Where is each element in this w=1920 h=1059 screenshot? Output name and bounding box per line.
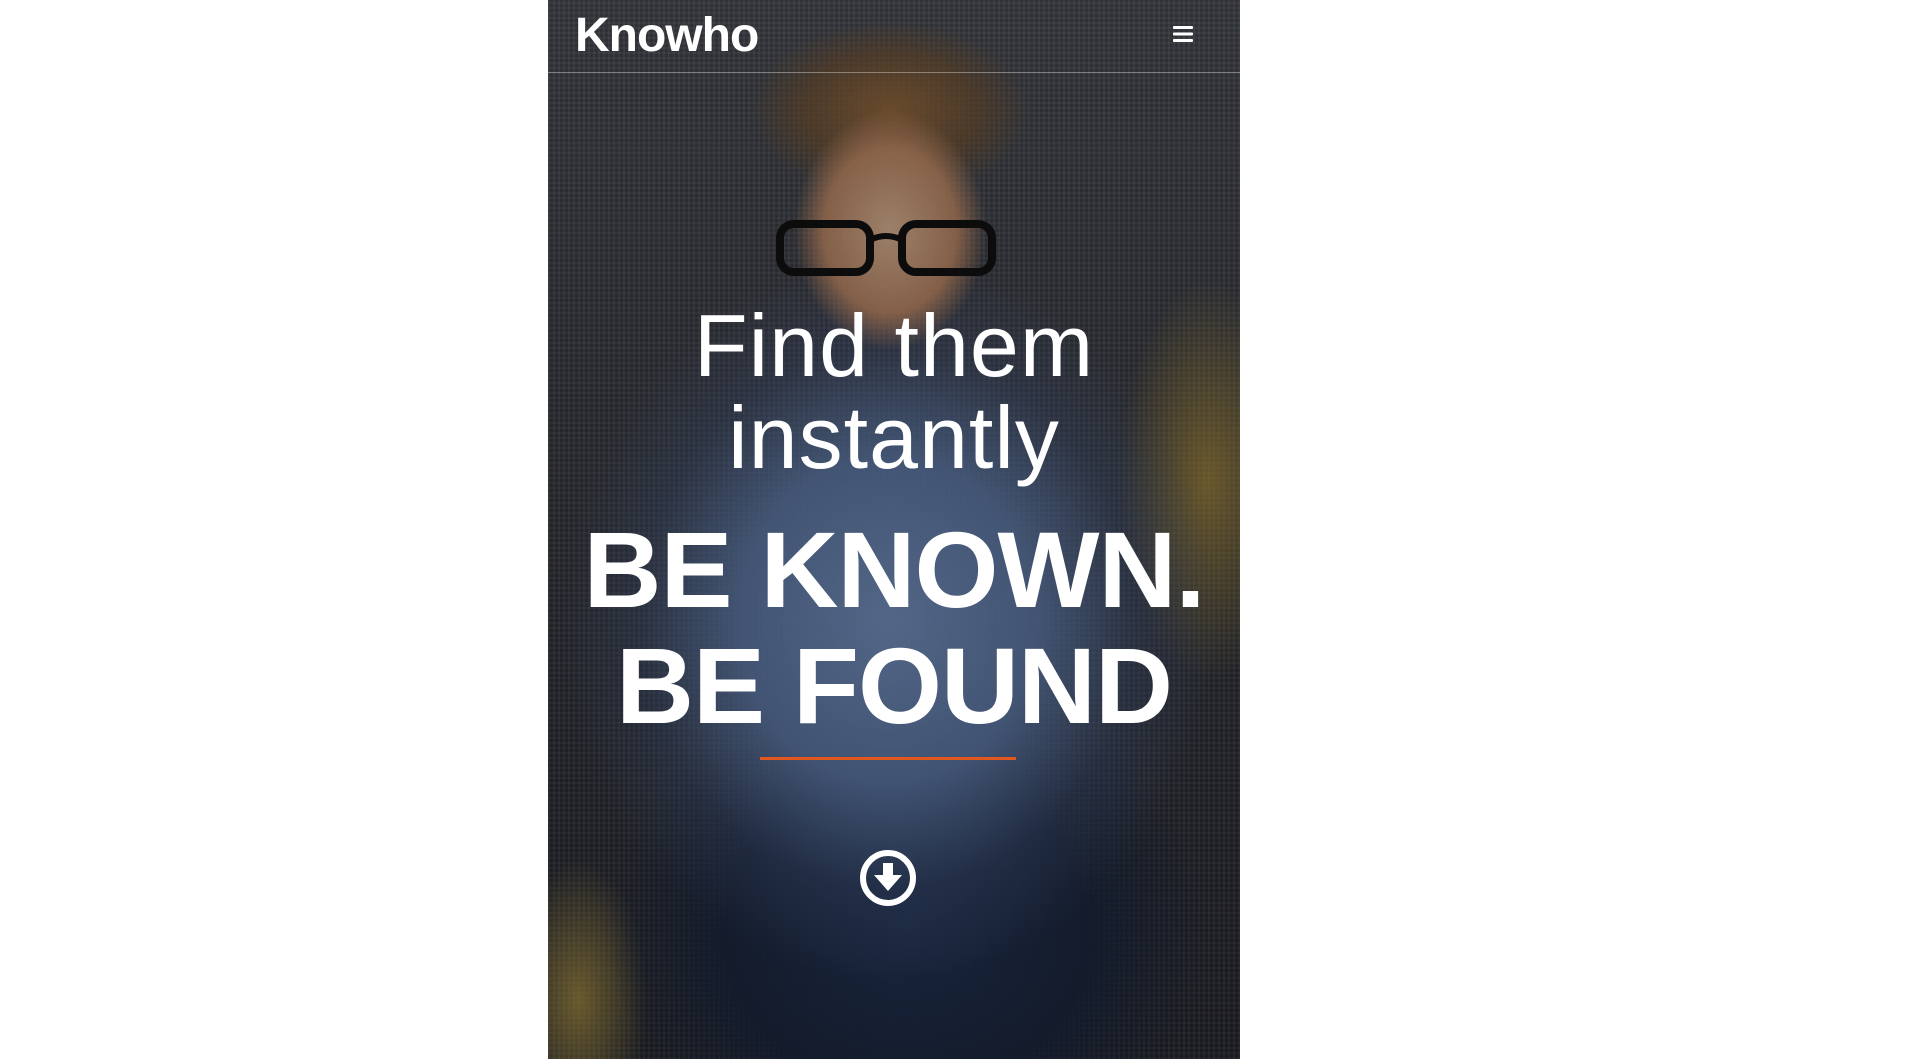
- hamburger-menu-icon[interactable]: [1169, 20, 1197, 48]
- hero-headline: Find them instantly BE KNOWN. BE FOUND: [548, 300, 1240, 744]
- hero-subtitle-line-2: instantly: [728, 388, 1060, 487]
- hero-subtitle: Find them instantly: [548, 300, 1240, 484]
- hero-title-line-2: BE FOUND: [616, 625, 1173, 746]
- arrow-circle-down-icon[interactable]: [859, 849, 917, 907]
- accent-divider: [760, 757, 1016, 760]
- hero-subtitle-line-1: Find them: [693, 296, 1095, 395]
- hero-title: BE KNOWN. BE FOUND: [548, 512, 1240, 744]
- hero-title-line-1: BE KNOWN.: [583, 509, 1206, 630]
- top-navbar: Knowho: [548, 0, 1240, 73]
- brand-logo[interactable]: Knowho: [575, 6, 759, 66]
- hero-section: Knowho Find them instantly BE KNOWN. BE …: [548, 0, 1240, 1059]
